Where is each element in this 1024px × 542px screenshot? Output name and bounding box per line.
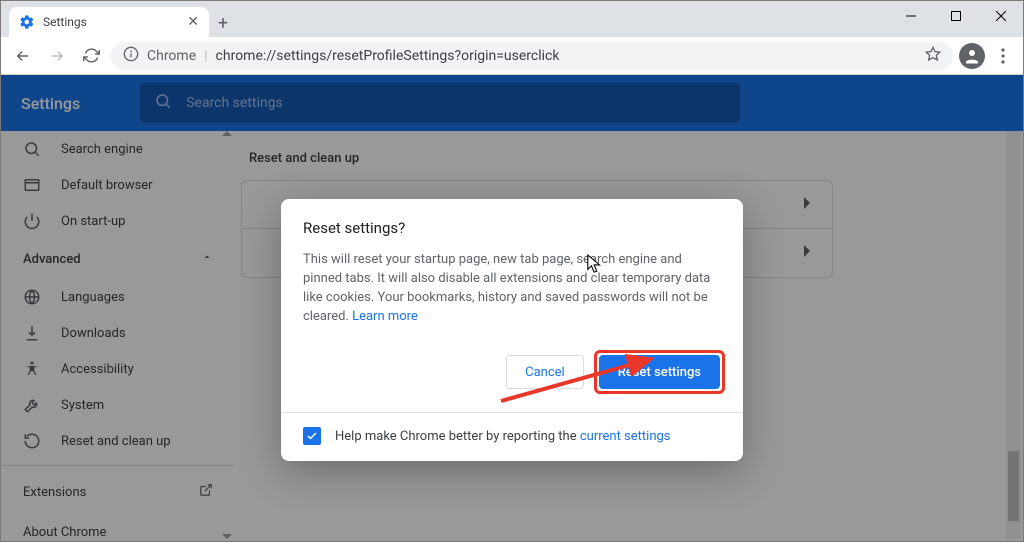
current-settings-link[interactable]: current settings xyxy=(580,429,671,444)
dialog-footer-text: Help make Chrome better by reporting the… xyxy=(335,429,671,444)
omnibox-url: chrome://settings/resetProfileSettings?o… xyxy=(216,48,560,64)
dialog-body-text: This will reset your startup page, new t… xyxy=(303,251,721,326)
browser-toolbar: Chrome | chrome://settings/resetProfileS… xyxy=(1,37,1023,75)
window-controls xyxy=(888,1,1023,31)
reset-button-label: Reset settings xyxy=(618,365,701,380)
titlebar: Settings ✕ + xyxy=(1,1,1023,37)
dialog-title: Reset settings? xyxy=(303,219,721,237)
footer-pre-text: Help make Chrome better by reporting the xyxy=(335,429,580,444)
tab-close-icon[interactable]: ✕ xyxy=(187,14,199,30)
window-minimize-icon[interactable] xyxy=(888,1,933,31)
browser-tab[interactable]: Settings ✕ xyxy=(9,7,209,37)
browser-menu-icon[interactable] xyxy=(991,48,1015,64)
mouse-cursor-icon xyxy=(586,253,604,279)
settings-gear-icon xyxy=(19,14,35,30)
bookmark-star-icon[interactable] xyxy=(925,46,941,66)
profile-avatar[interactable] xyxy=(959,43,985,69)
reset-settings-button[interactable]: Reset settings xyxy=(599,355,720,389)
cancel-button-label: Cancel xyxy=(525,365,565,380)
annotation-highlight: Reset settings xyxy=(594,350,725,394)
learn-more-link[interactable]: Learn more xyxy=(352,309,418,324)
report-settings-checkbox[interactable] xyxy=(303,427,321,445)
new-tab-button[interactable]: + xyxy=(209,9,237,37)
forward-button[interactable] xyxy=(43,42,71,70)
tab-title: Settings xyxy=(43,15,187,29)
window-maximize-icon[interactable] xyxy=(933,1,978,31)
chrome-info-icon xyxy=(123,46,139,66)
cancel-button[interactable]: Cancel xyxy=(506,355,584,389)
reload-button[interactable] xyxy=(77,42,105,70)
window-close-icon[interactable] xyxy=(978,1,1023,31)
back-button[interactable] xyxy=(9,42,37,70)
address-bar[interactable]: Chrome | chrome://settings/resetProfileS… xyxy=(111,42,953,70)
omnibox-scheme-label: Chrome xyxy=(147,48,196,64)
reset-settings-dialog: Reset settings? This will reset your sta… xyxy=(281,199,743,461)
omnibox-separator: | xyxy=(204,48,207,64)
